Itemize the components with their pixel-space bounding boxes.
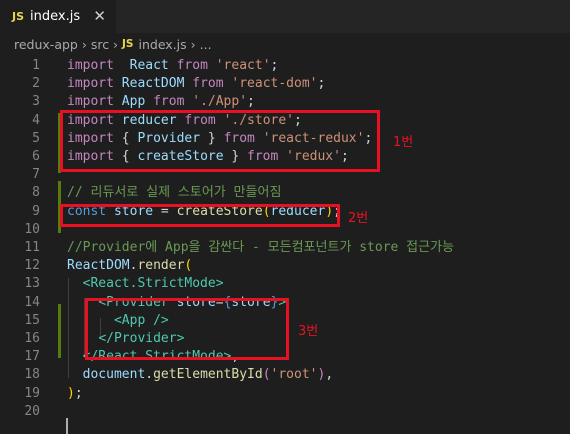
code-token: React <box>129 58 169 73</box>
code-token: ; <box>74 385 83 401</box>
annotation-label-1: 1번 <box>393 135 414 150</box>
code-token: ( <box>184 258 193 274</box>
breadcrumb-folder-redux-app[interactable]: redux-app <box>14 37 78 52</box>
breadcrumb: redux-app › src › JS index.js › ... <box>0 33 570 55</box>
line-number: 17 <box>24 349 40 365</box>
code-text: // 리듀서로 실제 스토어가 만들어짐 <box>67 183 281 203</box>
code-token: document <box>82 367 146 383</box>
code-line[interactable]: 12 ReactDOM.render( <box>0 256 570 276</box>
code-token: ReactDOM <box>67 258 130 274</box>
code-token: import <box>67 58 114 73</box>
code-line[interactable]: 2 import ReactDOM from 'react-dom'; <box>0 74 570 94</box>
code-token: ; <box>247 94 255 110</box>
code-token: ) <box>67 385 75 401</box>
code-token: render <box>137 258 185 274</box>
line-number: 7 <box>32 167 40 183</box>
chevron-right-icon: › <box>186 36 200 52</box>
code-line[interactable]: 11 //Provider에 App을 감싼다 - 모든컴포넌트가 store 접… <box>0 238 570 258</box>
line-number: 1 <box>32 58 40 73</box>
code-token: import <box>67 94 114 110</box>
line-number: 4 <box>32 112 40 128</box>
line-number: 14 <box>24 294 40 310</box>
code-line[interactable]: 8 // 리듀서로 실제 스토어가 만들어짐 <box>0 183 570 203</box>
line-number: 10 <box>24 221 40 237</box>
code-line[interactable]: 1 import React from 'react'; <box>0 56 570 76</box>
annotation-label-2: 2번 <box>348 211 369 226</box>
annotation-box-3 <box>85 298 289 360</box>
tab-index-js[interactable]: JS index.js ✕ <box>0 0 116 33</box>
code-token: import <box>67 76 114 92</box>
code-token: from <box>192 76 224 92</box>
code-token: App <box>121 94 146 110</box>
code-token: 'root' <box>270 367 318 383</box>
code-token: 'react-dom' <box>231 76 318 92</box>
code-token: ( <box>262 367 271 383</box>
line-number: 3 <box>32 94 40 110</box>
code-token: ; <box>317 76 326 92</box>
breadcrumb-file-index-js[interactable]: index.js <box>139 37 187 52</box>
line-number: 9 <box>32 203 40 219</box>
javascript-file-icon: JS <box>122 38 134 50</box>
code-token: // 리듀서로 실제 스토어가 만들어짐 <box>67 185 282 201</box>
breadcrumb-more[interactable]: ... <box>200 37 212 52</box>
line-number: 8 <box>32 185 40 201</box>
line-number: 6 <box>32 149 40 164</box>
line-number: 20 <box>24 403 40 419</box>
line-number: 2 <box>32 76 40 92</box>
code-text: document.getElementById('root'), <box>67 365 333 385</box>
code-token: , <box>325 367 334 383</box>
line-number: 15 <box>24 312 40 328</box>
annotation-box-1 <box>60 110 380 172</box>
code-text: import React from 'react'; <box>67 56 278 76</box>
code-text: ); <box>67 384 83 404</box>
code-token: ReactDOM <box>121 76 185 92</box>
chevron-right-icon: › <box>109 36 123 52</box>
code-token: from <box>176 58 208 73</box>
annotation-box-2 <box>60 204 340 227</box>
code-token: './App' <box>192 94 248 110</box>
code-token: 'react' <box>215 58 271 73</box>
line-number: 19 <box>24 385 40 401</box>
breadcrumb-folder-src[interactable]: src <box>91 37 109 52</box>
code-text: //Provider에 App을 감싼다 - 모든컴포넌트가 store 접근가… <box>67 238 454 258</box>
annotation-label-3: 3번 <box>298 324 319 339</box>
line-number: 11 <box>24 240 40 255</box>
code-line[interactable]: 18 document.getElementById('root'), <box>0 365 570 385</box>
tab-bar: JS index.js ✕ <box>0 0 570 33</box>
code-token: //Provider에 App을 감싼다 - 모든컴포넌트가 store 접근가… <box>67 240 455 255</box>
tab-label: index.js <box>30 9 81 24</box>
line-number: 18 <box>24 367 40 383</box>
line-number: 5 <box>32 130 40 146</box>
code-line[interactable]: 13 <React.StrictMode> <box>0 274 570 294</box>
chevron-right-icon: › <box>77 36 91 52</box>
close-icon[interactable]: ✕ <box>93 7 106 25</box>
code-token: <React.StrictMode <box>82 276 216 292</box>
code-text: <React.StrictMode> <box>67 274 224 294</box>
code-token: . <box>145 367 154 383</box>
line-number: 13 <box>24 276 40 292</box>
line-number: 16 <box>24 331 40 346</box>
code-line[interactable]: 19); <box>0 384 570 404</box>
code-token: from <box>153 94 185 110</box>
code-text: import ReactDOM from 'react-dom'; <box>67 74 325 94</box>
code-text: ReactDOM.render( <box>67 256 192 276</box>
code-token: > <box>215 276 224 292</box>
code-token: ; <box>270 58 279 73</box>
line-number: 12 <box>24 258 40 274</box>
code-token: getElementById <box>153 367 263 383</box>
code-line[interactable]: 20 <box>0 402 570 422</box>
javascript-file-icon: JS <box>12 10 25 23</box>
